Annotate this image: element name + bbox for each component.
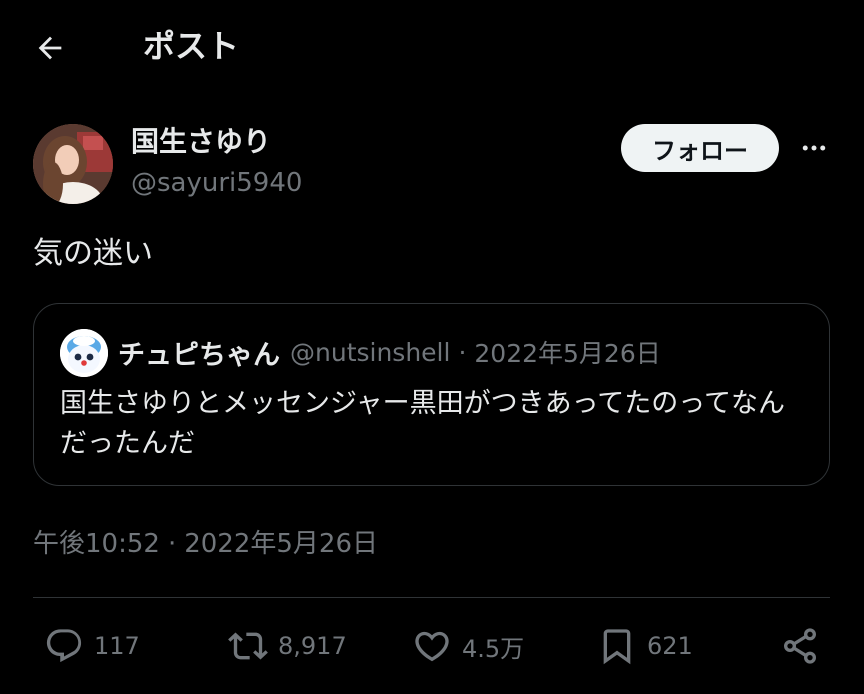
quoted-post-header: チュピちゃん @nutsinshell · 2022年5月26日: [118, 332, 661, 372]
reply-icon: [44, 626, 84, 666]
quoted-author-name: チュピちゃん: [118, 339, 280, 371]
quoted-author-handle: @nutsinshell: [290, 337, 451, 367]
divider: [33, 597, 830, 598]
back-button[interactable]: [26, 26, 74, 70]
bookmark-count: 621: [647, 632, 693, 660]
share-icon: [780, 626, 820, 666]
like-button[interactable]: 4.5万: [412, 618, 524, 674]
repost-count: 8,917: [278, 632, 347, 660]
author-handle[interactable]: @sayuri5940: [131, 164, 302, 202]
post-text: 気の迷い: [33, 236, 153, 271]
quoted-post-date: 2022年5月26日: [474, 339, 661, 368]
quoted-post-card[interactable]: チュピちゃん @nutsinshell · 2022年5月26日 国生さゆりとメ…: [33, 303, 830, 486]
share-button[interactable]: [780, 618, 820, 674]
repost-icon: [228, 626, 268, 666]
post-time: 午後10:52: [33, 529, 160, 559]
reply-count: 117: [94, 632, 140, 660]
more-options-button[interactable]: [794, 128, 834, 168]
quoted-author-avatar: [60, 329, 108, 377]
follow-button[interactable]: フォロー: [621, 124, 779, 172]
arrow-left-icon: [33, 31, 67, 65]
quoted-post-text: 国生さゆりとメッセンジャー黒田がつきあってたのってなんだったんだ: [60, 388, 785, 459]
top-bar: ポスト: [0, 0, 864, 94]
more-horizontal-icon: [799, 133, 829, 163]
page-title: ポスト: [143, 27, 240, 65]
author-avatar[interactable]: [33, 124, 113, 204]
post-timestamp[interactable]: 午後10:52 · 2022年5月26日: [33, 524, 378, 564]
timestamp-separator: ·: [167, 529, 177, 559]
author-display-name[interactable]: 国生さゆり: [131, 122, 271, 162]
reply-button[interactable]: 117: [44, 618, 140, 674]
bookmark-icon: [597, 626, 637, 666]
action-bar: 117 8,917 4.5万 621: [0, 618, 864, 674]
like-count: 4.5万: [462, 634, 525, 663]
repost-button[interactable]: 8,917: [228, 618, 347, 674]
bookmark-button[interactable]: 621: [597, 618, 693, 674]
post-date: 2022年5月26日: [184, 529, 378, 559]
quoted-separator: ·: [458, 337, 467, 367]
heart-icon: [412, 626, 452, 666]
